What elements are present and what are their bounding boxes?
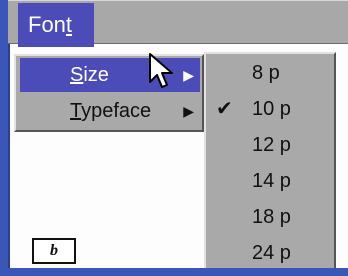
font-menu[interactable]: Font	[18, 3, 94, 47]
mouse-pointer-icon	[149, 53, 173, 88]
size-option-label: 24 p	[252, 242, 291, 264]
checkmark-icon: ✔	[216, 98, 233, 120]
size-option-label: 18 p	[252, 206, 291, 228]
size-option-label: 10 p	[252, 98, 291, 120]
typeface-mnemonic: T	[70, 100, 82, 122]
size-option-18[interactable]: 18 p	[206, 202, 334, 232]
font-menu-mnemonic: t	[65, 12, 73, 37]
size-option-24[interactable]: 24 p	[206, 238, 334, 268]
submenu-arrow-icon: ▶	[183, 67, 194, 83]
size-label-rest: ize	[83, 64, 109, 86]
bold-style-box[interactable]: b	[32, 238, 76, 264]
font-menu-label-start: Fon	[28, 12, 66, 37]
size-mnemonic: S	[70, 64, 84, 86]
size-option-label: 12 p	[252, 134, 291, 156]
size-option-12[interactable]: 12 p	[206, 130, 334, 160]
menu-item-typeface[interactable]: Typeface ▶	[20, 94, 200, 128]
size-option-14[interactable]: 14 p	[206, 166, 334, 196]
size-option-8[interactable]: 8 p	[206, 58, 334, 88]
typeface-label-rest: ypeface	[81, 100, 152, 122]
size-option-label: 8 p	[252, 62, 280, 84]
size-option-10[interactable]: ✔ 10 p	[206, 94, 334, 124]
size-submenu: 8 p ✔ 10 p 12 p 14 p 18 p 24 p	[204, 52, 336, 274]
menu-item-typeface-label: Typeface	[70, 94, 151, 128]
menu-item-size-label: Size	[70, 58, 109, 92]
size-option-label: 14 p	[252, 170, 291, 192]
menu-bar: Font	[8, 0, 348, 47]
window-bottom-edge	[0, 268, 348, 276]
submenu-arrow-icon: ▶	[183, 103, 194, 119]
